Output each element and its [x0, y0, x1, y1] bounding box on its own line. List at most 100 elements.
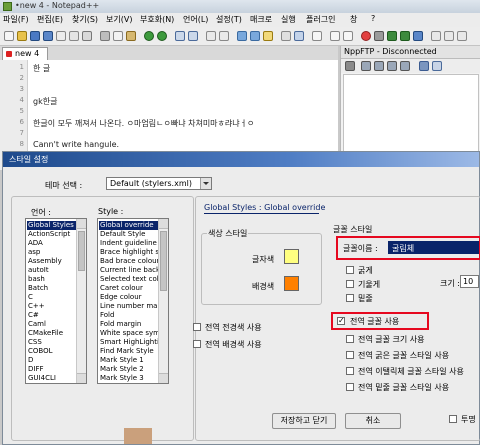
list-item[interactable]: C: [27, 293, 76, 302]
language-list[interactable]: Global Styles ActionScript ADA asp Assem…: [25, 218, 87, 384]
use-global-font-checkbox[interactable]: ✓: [337, 317, 345, 325]
list-item[interactable]: Default Style: [99, 230, 158, 239]
language-list-scrollbar[interactable]: [76, 219, 86, 383]
scroll-thumb[interactable]: [78, 231, 85, 271]
list-item[interactable]: D: [27, 356, 76, 365]
close-file-icon[interactable]: [56, 31, 66, 41]
use-global-underline-checkbox[interactable]: [346, 383, 354, 391]
font-name-select[interactable]: 굴림체: [388, 241, 479, 254]
refresh-icon[interactable]: [400, 61, 410, 71]
bold-checkbox[interactable]: [346, 266, 354, 274]
stop-record-icon[interactable]: [374, 31, 384, 41]
list-item[interactable]: Indent guideline style: [99, 239, 158, 248]
list-item[interactable]: Caret colour: [99, 284, 158, 293]
list-item[interactable]: White space symbol: [99, 329, 158, 338]
list-item[interactable]: ActionScript: [27, 230, 76, 239]
zoom-in-icon[interactable]: [206, 31, 216, 41]
menu-search[interactable]: 찾기(S): [72, 14, 98, 25]
find-icon[interactable]: [175, 31, 185, 41]
list-item[interactable]: C#: [27, 311, 76, 320]
cut-icon[interactable]: [100, 31, 110, 41]
menu-help[interactable]: ?: [371, 14, 375, 23]
list-item[interactable]: Smart HighLighting: [99, 338, 158, 347]
global-fg-checkbox[interactable]: [193, 323, 201, 331]
connect-icon[interactable]: [345, 61, 355, 71]
list-item[interactable]: Edge colour: [99, 293, 158, 302]
list-item[interactable]: Assembly: [27, 257, 76, 266]
list-item[interactable]: GUI4CLI: [27, 374, 76, 383]
upload-icon[interactable]: [387, 61, 397, 71]
menu-encoding[interactable]: 부호화(N): [140, 14, 174, 25]
scroll-down-icon[interactable]: [159, 373, 168, 383]
use-global-size-checkbox[interactable]: [346, 335, 354, 343]
open-file-icon[interactable]: [17, 31, 27, 41]
italic-checkbox[interactable]: [346, 280, 354, 288]
scroll-up-icon[interactable]: [77, 219, 86, 229]
menu-run[interactable]: 실행: [281, 14, 296, 25]
list-item[interactable]: C++: [27, 302, 76, 311]
style-list-scrollbar[interactable]: [158, 219, 168, 383]
list-item[interactable]: Batch: [27, 284, 76, 293]
list-item[interactable]: bash: [27, 275, 76, 284]
menu-plugins[interactable]: 플러그인: [306, 14, 335, 25]
list-item[interactable]: COBOL: [27, 347, 76, 356]
list-item[interactable]: Selected text colour: [99, 275, 158, 284]
list-item[interactable]: Find Mark Style: [99, 347, 158, 356]
menu-view[interactable]: 보기(V): [106, 14, 132, 25]
abort-icon[interactable]: [419, 61, 429, 71]
cancel-button[interactable]: 취소: [345, 413, 401, 429]
folder-workspace-icon[interactable]: [343, 31, 353, 41]
redo-icon[interactable]: [157, 31, 167, 41]
list-item[interactable]: Fold margin: [99, 320, 158, 329]
list-item[interactable]: Mark Style 1: [99, 356, 158, 365]
use-global-bold-checkbox[interactable]: [346, 351, 354, 359]
menu-macro[interactable]: 매크로: [250, 14, 272, 25]
show-log-icon[interactable]: [432, 61, 442, 71]
tab-new-4[interactable]: new 4: [2, 47, 48, 60]
transparency-checkbox[interactable]: [449, 415, 457, 423]
underline-checkbox[interactable]: [346, 294, 354, 302]
scroll-thumb[interactable]: [160, 231, 167, 291]
list-item[interactable]: Current line background: [99, 266, 158, 275]
menu-file[interactable]: 파일(F): [3, 14, 29, 25]
list-item[interactable]: autoIt: [27, 266, 76, 275]
scroll-up-icon[interactable]: [159, 219, 168, 229]
download-icon[interactable]: [374, 61, 384, 71]
menu-settings[interactable]: 설정(T): [216, 14, 242, 25]
global-bg-checkbox[interactable]: [193, 340, 201, 348]
paste-icon[interactable]: [126, 31, 136, 41]
list-item[interactable]: Fold: [99, 311, 158, 320]
use-global-italic-checkbox[interactable]: [346, 367, 354, 375]
size-select[interactable]: 10: [460, 275, 479, 288]
function-list-icon[interactable]: [330, 31, 340, 41]
zoom-out-icon[interactable]: [219, 31, 229, 41]
list-item[interactable]: ADA: [27, 239, 76, 248]
save-icon[interactable]: [30, 31, 40, 41]
save-macro-icon[interactable]: [413, 31, 423, 41]
list-item[interactable]: Bad brace colour: [99, 257, 158, 266]
close-all-icon[interactable]: [69, 31, 79, 41]
list-item[interactable]: Mark Style 2: [99, 365, 158, 374]
spell-check-icon[interactable]: [444, 31, 454, 41]
copy-icon[interactable]: [113, 31, 123, 41]
scroll-down-icon[interactable]: [77, 373, 86, 383]
list-item[interactable]: Global Styles: [27, 221, 76, 230]
word-wrap-icon[interactable]: [250, 31, 260, 41]
list-item[interactable]: Mark Style 3: [99, 374, 158, 383]
list-item[interactable]: Caml: [27, 320, 76, 329]
menu-edit[interactable]: 편집(E): [37, 14, 63, 25]
dropdown-arrow-icon[interactable]: [200, 178, 211, 189]
save-close-button[interactable]: 저장하고 닫기: [272, 413, 336, 429]
play-macro-icon[interactable]: [387, 31, 397, 41]
user-lang-icon[interactable]: [294, 31, 304, 41]
menu-language[interactable]: 언어(L): [183, 14, 208, 25]
style-list[interactable]: Global override Default Style Indent gui…: [97, 218, 169, 384]
doc-map-icon[interactable]: [312, 31, 322, 41]
list-item[interactable]: CSS: [27, 338, 76, 347]
list-item[interactable]: DIFF: [27, 365, 76, 374]
settings-icon[interactable]: [361, 61, 371, 71]
new-file-icon[interactable]: [4, 31, 14, 41]
background-color-swatch[interactable]: [284, 276, 299, 291]
list-item[interactable]: asp: [27, 248, 76, 257]
indent-guide-icon[interactable]: [281, 31, 291, 41]
